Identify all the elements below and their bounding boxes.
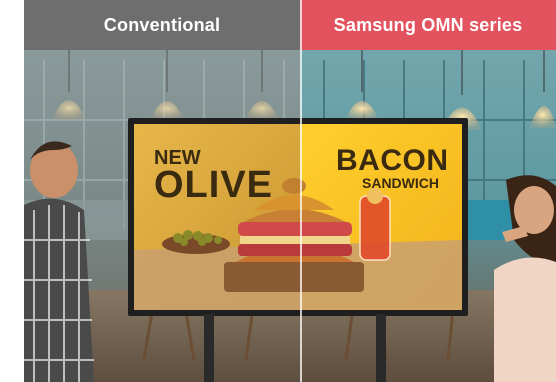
ad-headline-large: OLIVE xyxy=(154,164,274,206)
restaurant-scene: NEW OLIVE BACON SANDWICH Conventional Sa… xyxy=(24,0,556,382)
samsung-omn-label: Samsung OMN series xyxy=(300,0,556,50)
ad-subtitle: SANDWICH xyxy=(362,175,439,191)
conventional-label: Conventional xyxy=(24,0,300,50)
comparison-image: NEW OLIVE BACON SANDWICH Conventional Sa… xyxy=(0,0,556,382)
ad-title: BACON xyxy=(336,144,449,177)
comparison-divider xyxy=(300,0,302,382)
scene-illustration xyxy=(24,0,556,382)
